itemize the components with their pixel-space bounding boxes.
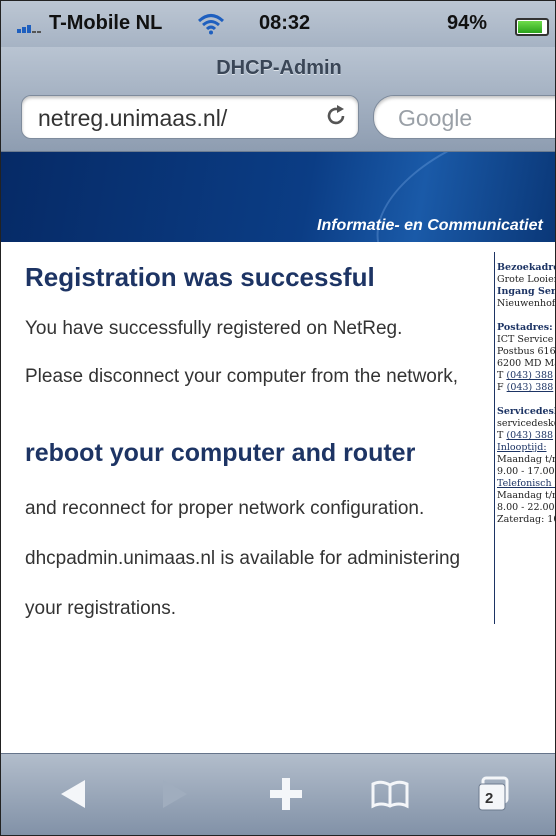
servicedesk-label: Servicedesk: [497, 406, 555, 417]
phone-hours-link[interactable]: Telefonisch t [497, 478, 555, 490]
search-field[interactable]: Google [373, 95, 555, 139]
saturday-hours: Zaterdag: 10. [497, 514, 555, 525]
forward-icon[interactable] [153, 774, 199, 814]
page-title: DHCP-Admin [216, 57, 342, 79]
postal-line: Postbus 616 [497, 346, 555, 357]
postal-phone: T (043) 388 [497, 370, 554, 381]
carrier-name: T-Mobile NL [49, 12, 163, 34]
message-line: dhcpadmin.unimaas.nl is available for ad… [25, 548, 461, 569]
fax-link[interactable]: (043) 388 [507, 382, 554, 393]
reload-icon[interactable] [324, 104, 348, 128]
contact-sidebar: Bezoekadres Grote Looiers Ingang Servi N… [497, 262, 555, 526]
walkin-days: Maandag t/m [497, 454, 555, 465]
phone-link[interactable]: (043) 388 [506, 430, 553, 441]
postal-line: ICT Service C [497, 334, 555, 345]
status-bar: T-Mobile NL 08:32 94% [1, 1, 555, 47]
site-banner: Informatie- en Communicatiet [1, 152, 555, 242]
wifi-icon [197, 13, 225, 35]
visit-address: Grote Looiers [497, 274, 555, 285]
bookmarks-icon[interactable] [367, 774, 413, 814]
battery-fill [518, 21, 543, 33]
message-line: You have successfully registered on NetR… [25, 318, 403, 339]
visit-address-label: Bezoekadres [497, 262, 555, 273]
browser-nav-bar: DHCP-Admin netreg.unimaas.nl/ Google [1, 47, 555, 152]
walkin-link[interactable]: Inlooptijd: [497, 442, 555, 454]
phone-days: Maandag t/m [497, 490, 555, 501]
column-divider [494, 252, 495, 624]
servicedesk-phone: T (043) 388 [497, 430, 554, 441]
postal-line: 6200 MD Ma [497, 358, 555, 369]
browser-window: T-Mobile NL 08:32 94% DHCP-Admin netreg.… [0, 0, 556, 836]
battery-icon [515, 18, 549, 36]
entrance-label: Ingang Servi [497, 286, 555, 297]
url-field[interactable]: netreg.unimaas.nl/ [21, 95, 359, 139]
postal-fax: F (043) 388 [497, 382, 554, 393]
web-content: Informatie- en Communicatiet Registratio… [1, 152, 555, 752]
signal-icon [17, 19, 43, 33]
entrance-address: Nieuwenhofst [497, 298, 555, 309]
tabs-icon[interactable]: 2 [471, 774, 517, 814]
phone-hours: 8.00 - 22.00 [497, 502, 555, 513]
message-line: your registrations. [25, 598, 177, 619]
message-line: Please disconnect your computer from the… [25, 366, 458, 387]
postal-label: Postadres: [497, 322, 553, 333]
servicedesk-email: servicedesk@ [497, 418, 555, 429]
search-placeholder: Google [398, 105, 473, 131]
banner-text: Informatie- en Communicatiet [317, 217, 543, 234]
battery-percent: 94% [447, 12, 488, 34]
back-icon[interactable] [49, 774, 95, 814]
browser-toolbar: 2 [1, 753, 555, 835]
message-line: and reconnect for proper network configu… [25, 498, 425, 519]
url-text: netreg.unimaas.nl/ [38, 105, 228, 131]
add-icon[interactable] [263, 774, 309, 814]
page-heading: Registration was successful [25, 262, 375, 292]
tab-count: 2 [485, 790, 494, 807]
clock: 08:32 [259, 12, 311, 34]
walkin-hours: 9.00 - 17.00 [497, 466, 555, 477]
emphasis-line: reboot your computer and router [25, 439, 416, 467]
phone-link[interactable]: (043) 388 [506, 370, 553, 381]
